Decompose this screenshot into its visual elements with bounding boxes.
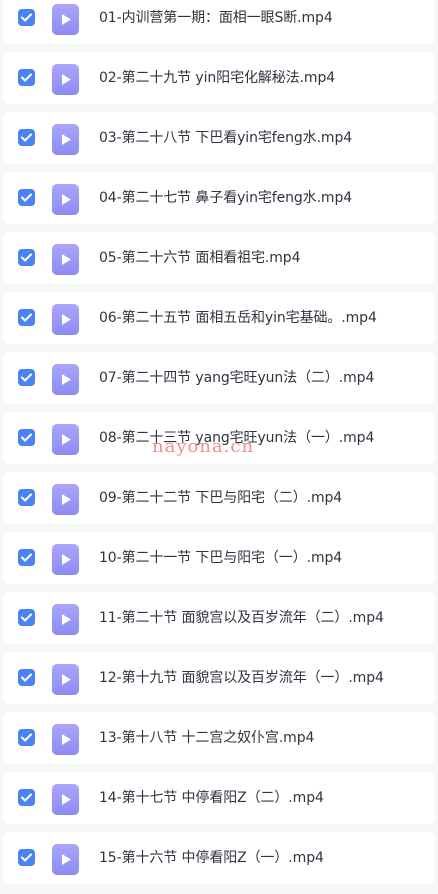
play-icon xyxy=(62,674,71,685)
file-name: 01-内训营第一期：面相一眼S断.mp4 xyxy=(99,10,333,26)
file-name: 04-第二十七节 鼻子看yin宅feng水.mp4 xyxy=(99,190,353,206)
play-icon xyxy=(62,254,71,265)
video-file-icon xyxy=(52,844,79,875)
file-name: 05-第二十六节 面相看祖宅.mp4 xyxy=(99,250,301,266)
file-row[interactable]: 01-内训营第一期：面相一眼S断.mp4 xyxy=(3,0,435,44)
play-icon xyxy=(62,494,71,505)
video-file-icon xyxy=(52,4,79,35)
checkmark-icon xyxy=(21,73,32,82)
play-icon xyxy=(62,794,71,805)
file-row[interactable]: 08-第二十三节 yang宅旺yun法（一）.mp4 xyxy=(3,412,435,464)
checkbox[interactable] xyxy=(18,309,35,326)
file-row[interactable]: 15-第十六节 中停看阳Z（一）.mp4 xyxy=(3,832,435,884)
play-icon xyxy=(62,314,71,325)
video-file-icon xyxy=(52,184,79,215)
video-file-icon xyxy=(52,124,79,155)
checkmark-icon xyxy=(21,733,32,742)
checkmark-icon xyxy=(21,193,32,202)
play-icon xyxy=(62,734,71,745)
file-name: 14-第十七节 中停看阳Z（二）.mp4 xyxy=(99,790,324,806)
play-icon xyxy=(62,14,71,25)
play-icon xyxy=(62,374,71,385)
file-row[interactable]: 13-第十八节 十二宫之奴仆宫.mp4 xyxy=(3,712,435,764)
checkmark-icon xyxy=(21,553,32,562)
checkmark-icon xyxy=(21,673,32,682)
checkbox[interactable] xyxy=(18,669,35,686)
play-icon xyxy=(62,434,71,445)
file-row[interactable]: 05-第二十六节 面相看祖宅.mp4 xyxy=(3,232,435,284)
file-name: 15-第十六节 中停看阳Z（一）.mp4 xyxy=(99,850,324,866)
checkmark-icon xyxy=(21,793,32,802)
video-file-icon xyxy=(52,724,79,755)
checkbox[interactable] xyxy=(18,849,35,866)
file-name: 13-第十八节 十二宫之奴仆宫.mp4 xyxy=(99,730,315,746)
video-file-icon xyxy=(52,544,79,575)
video-file-icon xyxy=(52,604,79,635)
play-icon xyxy=(62,74,71,85)
checkbox[interactable] xyxy=(18,609,35,626)
file-name: 02-第二十九节 yin阳宅化解秘法.mp4 xyxy=(99,70,336,86)
file-row[interactable]: 02-第二十九节 yin阳宅化解秘法.mp4 xyxy=(3,52,435,104)
checkbox[interactable] xyxy=(18,789,35,806)
file-row[interactable]: 12-第十九节 面貌宫以及百岁流年（一）.mp4 xyxy=(3,652,435,704)
checkmark-icon xyxy=(21,373,32,382)
checkbox[interactable] xyxy=(18,129,35,146)
video-file-icon xyxy=(52,784,79,815)
checkbox[interactable] xyxy=(18,429,35,446)
checkbox[interactable] xyxy=(18,729,35,746)
checkmark-icon xyxy=(21,853,32,862)
file-row[interactable]: 06-第二十五节 面相五岳和yin宅基础。.mp4 xyxy=(3,292,435,344)
file-row[interactable]: 04-第二十七节 鼻子看yin宅feng水.mp4 xyxy=(3,172,435,224)
checkbox[interactable] xyxy=(18,249,35,266)
file-row[interactable]: 11-第二十节 面貌宫以及百岁流年（二）.mp4 xyxy=(3,592,435,644)
file-name: 08-第二十三节 yang宅旺yun法（一）.mp4 xyxy=(99,430,375,446)
video-file-icon xyxy=(52,244,79,275)
play-icon xyxy=(62,614,71,625)
checkmark-icon xyxy=(21,253,32,262)
checkbox[interactable] xyxy=(18,69,35,86)
file-name: 03-第二十八节 下巴看yin宅feng水.mp4 xyxy=(99,130,353,146)
play-icon xyxy=(62,554,71,565)
checkbox[interactable] xyxy=(18,189,35,206)
video-file-icon xyxy=(52,424,79,455)
file-name: 10-第二十一节 下巴与阳宅（一）.mp4 xyxy=(99,550,343,566)
checkbox[interactable] xyxy=(18,369,35,386)
video-file-icon xyxy=(52,364,79,395)
checkbox[interactable] xyxy=(18,549,35,566)
checkmark-icon xyxy=(21,313,32,322)
checkmark-icon xyxy=(21,433,32,442)
file-row[interactable]: 14-第十七节 中停看阳Z（二）.mp4 xyxy=(3,772,435,824)
file-name: 06-第二十五节 面相五岳和yin宅基础。.mp4 xyxy=(99,310,377,326)
video-file-icon xyxy=(52,484,79,515)
checkmark-icon xyxy=(21,613,32,622)
play-icon xyxy=(62,134,71,145)
file-name: 11-第二十节 面貌宫以及百岁流年（二）.mp4 xyxy=(99,610,384,626)
file-name: 09-第二十二节 下巴与阳宅（二）.mp4 xyxy=(99,490,343,506)
checkmark-icon xyxy=(21,493,32,502)
file-row[interactable]: 03-第二十八节 下巴看yin宅feng水.mp4 xyxy=(3,112,435,164)
play-icon xyxy=(62,854,71,865)
play-icon xyxy=(62,194,71,205)
checkmark-icon xyxy=(21,13,32,22)
file-name: 12-第十九节 面貌宫以及百岁流年（一）.mp4 xyxy=(99,670,384,686)
video-file-icon xyxy=(52,664,79,695)
checkbox[interactable] xyxy=(18,489,35,506)
file-row[interactable]: 09-第二十二节 下巴与阳宅（二）.mp4 xyxy=(3,472,435,524)
video-file-icon xyxy=(52,304,79,335)
file-list: 01-内训营第一期：面相一眼S断.mp4 02-第二十九节 yin阳宅化解秘法.m… xyxy=(0,0,438,892)
file-row[interactable]: 07-第二十四节 yang宅旺yun法（二）.mp4 xyxy=(3,352,435,404)
checkmark-icon xyxy=(21,133,32,142)
video-file-icon xyxy=(52,64,79,95)
file-name: 07-第二十四节 yang宅旺yun法（二）.mp4 xyxy=(99,370,375,386)
checkbox[interactable] xyxy=(18,9,35,26)
file-row[interactable]: 10-第二十一节 下巴与阳宅（一）.mp4 xyxy=(3,532,435,584)
